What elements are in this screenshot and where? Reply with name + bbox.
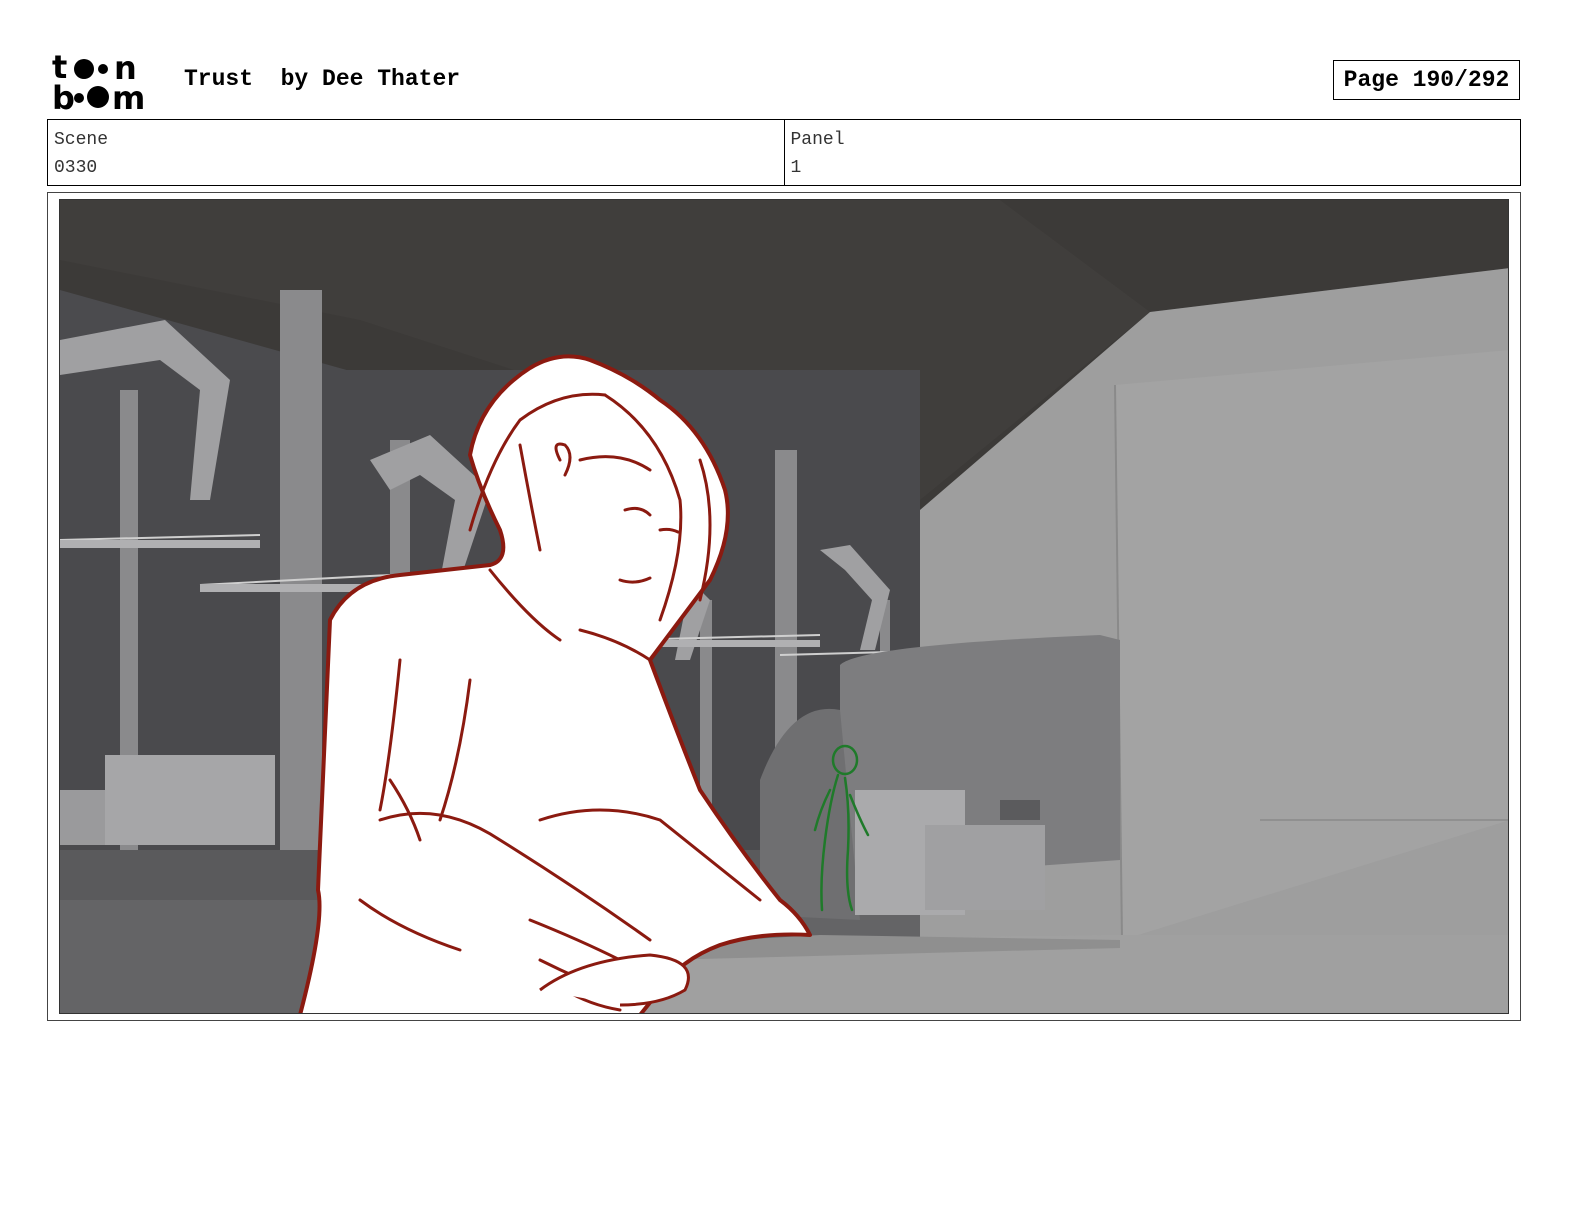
scene-value: 0330 bbox=[54, 158, 98, 178]
svg-text:b: b bbox=[52, 79, 75, 112]
toon-boom-logo: t n b m bbox=[52, 52, 145, 112]
scene-panel-table: Scene 0330 Panel 1 bbox=[47, 119, 1521, 186]
svg-text:m: m bbox=[112, 79, 145, 112]
scene-cell: Scene 0330 bbox=[48, 120, 784, 185]
panel-cell: Panel 1 bbox=[783, 120, 1521, 185]
panel-label: Panel bbox=[790, 130, 845, 150]
panel-value: 1 bbox=[790, 158, 802, 178]
page-number: Page 190/292 bbox=[1333, 60, 1520, 100]
board-title: Trust by Dee Thater bbox=[184, 66, 461, 92]
scene-label: Scene bbox=[54, 130, 109, 150]
storyboard-panel-image bbox=[59, 199, 1509, 1014]
